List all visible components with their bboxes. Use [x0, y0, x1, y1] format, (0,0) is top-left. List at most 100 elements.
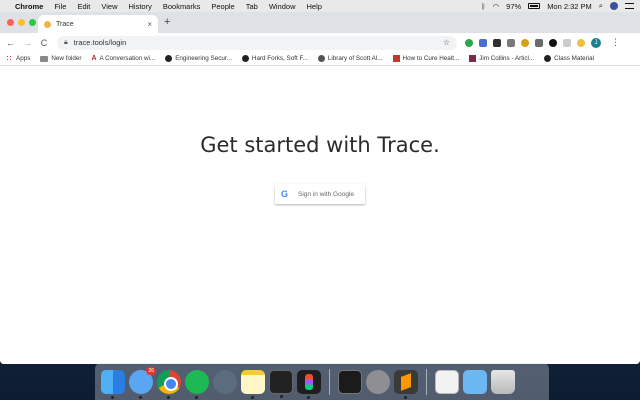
bookmark-jc-icon: [469, 55, 477, 62]
browser-toolbar: ← → C 🔒︎ trace.tools/login ☆ J ⋮: [0, 33, 640, 52]
menu-view[interactable]: View: [101, 2, 117, 11]
globe-icon: [544, 55, 552, 62]
bookmarks-bar: Apps New folder AA Conversation wi... En…: [0, 52, 640, 66]
bookmark-label: Jim Collins - Articl...: [479, 55, 535, 62]
forward-button[interactable]: →: [23, 38, 32, 48]
menu-help[interactable]: Help: [307, 2, 322, 11]
macos-menubar: Chrome File Edit View History Bookmarks …: [0, 0, 640, 12]
trace-favicon-icon: [44, 20, 51, 28]
zoom-window-button[interactable]: [29, 19, 36, 26]
spotify-icon[interactable]: [185, 369, 209, 399]
extensions-area: J ⋮: [465, 37, 620, 48]
bookmark-label: Engineering Secur...: [175, 55, 232, 62]
messages-icon[interactable]: 26: [129, 366, 156, 399]
activity-monitor-icon[interactable]: [338, 369, 362, 394]
messages-badge: 26: [146, 366, 156, 375]
new-tab-button[interactable]: +: [164, 16, 170, 28]
wordpress-icon: [317, 55, 325, 62]
extension-box-icon[interactable]: [535, 38, 543, 47]
bookmark-apps[interactable]: Apps: [6, 55, 30, 62]
bookmark-label: Hard Forks, Soft F...: [251, 55, 308, 62]
launchpad-icon[interactable]: [213, 369, 237, 394]
menu-window[interactable]: Window: [269, 2, 296, 11]
url-text[interactable]: trace.tools/login: [74, 38, 127, 47]
wifi-icon[interactable]: ◠: [493, 2, 500, 11]
bookmark-red-icon: [392, 55, 400, 62]
globe-icon: [241, 55, 249, 62]
macos-dock: 26: [95, 363, 549, 400]
menu-history[interactable]: History: [129, 2, 152, 11]
extension-green-icon[interactable]: [465, 38, 473, 47]
bookmark-conversation[interactable]: AA Conversation wi...: [91, 55, 155, 62]
menu-people[interactable]: People: [211, 2, 234, 11]
profile-avatar[interactable]: J: [591, 37, 601, 48]
downloads-folder-icon[interactable]: [463, 369, 487, 394]
menu-app-name[interactable]: Chrome: [15, 2, 43, 11]
trash-icon[interactable]: [491, 369, 515, 394]
bookmark-label: How to Cure Healt...: [402, 55, 460, 62]
bookmark-new-folder[interactable]: New folder: [40, 55, 81, 62]
globe-icon: [165, 55, 173, 62]
google-logo-icon: G: [281, 189, 289, 199]
bookmark-star-icon[interactable]: ☆: [443, 38, 450, 47]
extension-translate-icon[interactable]: [479, 38, 487, 47]
chrome-menu-icon[interactable]: ⋮: [611, 37, 620, 48]
menu-tab[interactable]: Tab: [246, 2, 258, 11]
bookmark-jim-collins[interactable]: Jim Collins - Articl...: [469, 55, 534, 62]
documents-stack-icon[interactable]: [435, 369, 459, 394]
notes-icon[interactable]: [241, 369, 265, 399]
extension-smiley-icon[interactable]: [577, 38, 585, 47]
tab-close-icon[interactable]: ×: [147, 20, 152, 29]
figma-icon[interactable]: [297, 369, 321, 399]
extension-contrast-icon[interactable]: [549, 38, 557, 47]
bookmark-hard-forks[interactable]: Hard Forks, Soft F...: [241, 55, 308, 62]
tab-title: Trace: [56, 20, 74, 28]
bookmark-label: New folder: [51, 55, 82, 62]
system-preferences-icon[interactable]: [366, 369, 390, 394]
sign-in-with-google-button[interactable]: G Sign in with Google: [275, 184, 365, 204]
finder-icon[interactable]: [101, 369, 125, 399]
terminal-icon[interactable]: [269, 369, 293, 398]
menu-edit[interactable]: Edit: [77, 2, 90, 11]
siri-icon[interactable]: [610, 2, 618, 10]
running-indicator: [307, 395, 310, 399]
dock-separator: [426, 368, 427, 395]
running-indicator: [167, 395, 170, 399]
minimize-window-button[interactable]: [18, 19, 25, 26]
extension-grid-icon[interactable]: [507, 38, 515, 47]
bookmark-label: A Conversation wi...: [99, 55, 156, 62]
menubar-status-area: ᛒ ◠ 97% Mon 2:32 PM ⌕: [481, 1, 634, 11]
tab-trace[interactable]: Trace ×: [38, 15, 158, 33]
running-indicator: [280, 394, 283, 398]
extension-star-icon[interactable]: [521, 38, 529, 47]
lock-icon[interactable]: 🔒︎: [64, 39, 68, 47]
bookmark-cure-health[interactable]: How to Cure Healt...: [392, 55, 460, 62]
bookmark-engineering[interactable]: Engineering Secur...: [165, 55, 232, 62]
folder-icon: [40, 55, 49, 62]
menu-file[interactable]: File: [54, 2, 66, 11]
tab-strip: Trace × +: [0, 12, 640, 33]
running-indicator: [251, 395, 254, 399]
bookmark-class-material[interactable]: Class Material: [544, 55, 594, 62]
bookmark-a-icon: A: [91, 55, 97, 62]
battery-percent[interactable]: 97%: [506, 2, 521, 11]
back-button[interactable]: ←: [6, 38, 15, 48]
extension-plain-icon[interactable]: [563, 38, 571, 47]
bluetooth-icon[interactable]: ᛒ: [481, 2, 486, 11]
address-bar[interactable]: 🔒︎ trace.tools/login ☆: [57, 35, 457, 50]
menu-bookmarks[interactable]: Bookmarks: [163, 2, 201, 11]
reload-button[interactable]: C: [40, 38, 48, 48]
sign-in-label: Sign in with Google: [298, 190, 355, 198]
sublime-text-icon[interactable]: [394, 369, 418, 399]
page-headline: Get started with Trace.: [200, 133, 440, 157]
extension-dark-icon[interactable]: [493, 38, 501, 47]
close-window-button[interactable]: [7, 19, 14, 26]
clock[interactable]: Mon 2:32 PM: [547, 2, 592, 11]
page-content: Get started with Trace. G Sign in with G…: [0, 66, 640, 364]
running-indicator: [404, 395, 407, 399]
battery-icon[interactable]: [528, 3, 541, 9]
spotlight-icon[interactable]: ⌕: [599, 1, 603, 11]
bookmark-library[interactable]: Library of Scott Al...: [317, 55, 383, 62]
chrome-icon[interactable]: [157, 369, 181, 399]
control-center-icon[interactable]: [625, 3, 634, 9]
